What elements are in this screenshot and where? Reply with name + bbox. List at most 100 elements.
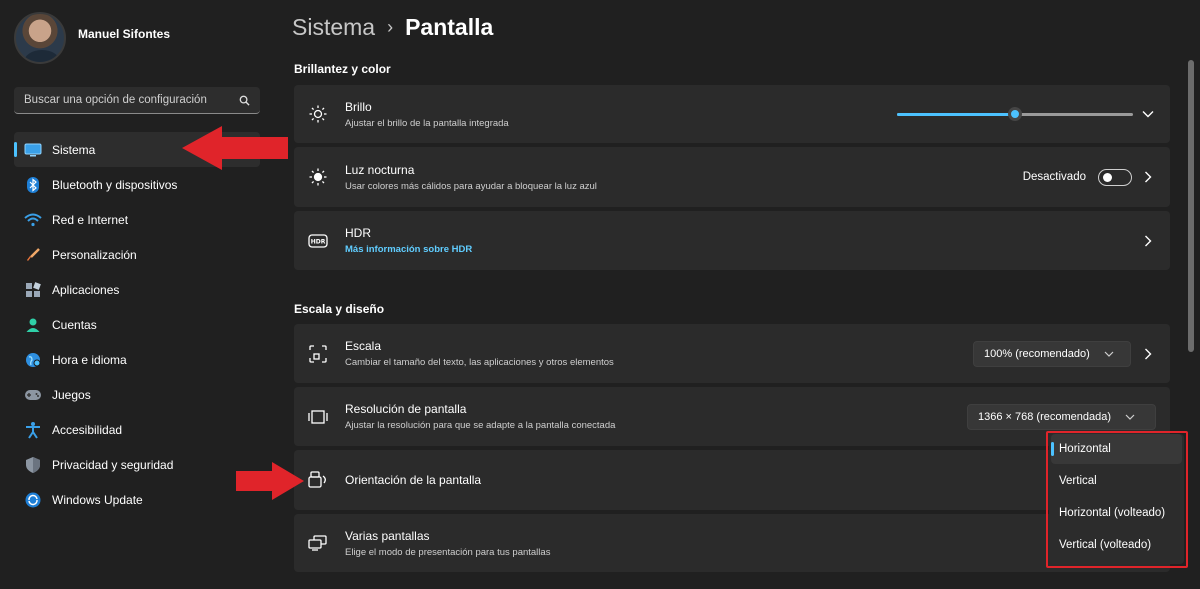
multiple-displays-card[interactable]: Varias pantallas Elige el modo de presen… xyxy=(294,514,1170,572)
sidebar-item-personalizacion[interactable]: Personalización xyxy=(14,237,260,272)
sidebar-item-privacidad[interactable]: Privacidad y seguridad xyxy=(14,447,260,482)
scale-card[interactable]: Escala Cambiar el tamaño del texto, las … xyxy=(294,324,1170,383)
night-light-icon xyxy=(308,167,328,187)
chevron-right-icon[interactable] xyxy=(1142,171,1154,183)
night-light-title: Luz nocturna xyxy=(345,162,415,177)
sidebar-item-red[interactable]: Red e Internet xyxy=(14,202,260,237)
resolution-card[interactable]: Resolución de pantalla Ajustar la resolu… xyxy=(294,387,1170,446)
night-light-subtitle: Usar colores más cálidos para ayudar a b… xyxy=(345,180,597,192)
breadcrumb: Sistema › Pantalla xyxy=(292,14,493,41)
sidebar-item-label: Hora e idioma xyxy=(52,352,127,367)
breadcrumb-separator: › xyxy=(387,17,394,37)
chevron-down-icon xyxy=(1104,351,1114,357)
orientation-option-vertical[interactable]: Vertical xyxy=(1051,466,1182,496)
brush-icon xyxy=(24,246,42,264)
multiple-displays-text: Varias pantallas Elige el modo de presen… xyxy=(345,529,550,558)
night-light-text: Luz nocturna Usar colores más cálidos pa… xyxy=(345,163,597,192)
breadcrumb-parent[interactable]: Sistema xyxy=(292,14,375,41)
sidebar-item-cuentas[interactable]: Cuentas xyxy=(14,307,260,342)
section-title-scale: Escala y diseño xyxy=(294,302,385,316)
scale-text: Escala Cambiar el tamaño del texto, las … xyxy=(345,339,614,368)
hdr-title: HDR xyxy=(345,226,371,240)
chevron-down-icon[interactable] xyxy=(1142,108,1154,120)
resolution-title: Resolución de pantalla xyxy=(345,402,467,416)
hdr-card[interactable]: HDR HDR Más información sobre HDR xyxy=(294,211,1170,270)
night-light-state: Desactivado xyxy=(1022,171,1086,183)
bluetooth-icon xyxy=(24,176,42,194)
slider-thumb[interactable] xyxy=(1008,107,1022,121)
toggle-knob xyxy=(1103,172,1112,182)
sidebar-item-label: Privacidad y seguridad xyxy=(52,457,174,472)
update-icon xyxy=(24,491,42,509)
sidebar-item-windows-update[interactable]: Windows Update xyxy=(14,482,260,517)
svg-text:HDR: HDR xyxy=(311,238,326,245)
avatar[interactable] xyxy=(14,12,66,64)
sidebar-item-label: Cuentas xyxy=(52,317,97,332)
shield-icon xyxy=(24,456,42,474)
user-name: Manuel Sifontes xyxy=(78,27,171,41)
hdr-text: HDR Más información sobre HDR xyxy=(345,226,472,255)
hdr-icon: HDR xyxy=(308,231,328,251)
multiple-displays-subtitle: Elige el modo de presentación para tus p… xyxy=(345,546,551,558)
section-title-brightness: Brillantez y color xyxy=(294,62,391,76)
sidebar-item-label: Red e Internet xyxy=(52,212,129,227)
annotation-arrow-left xyxy=(182,126,288,170)
resolution-dropdown[interactable]: 1366 × 768 (recomendada) xyxy=(967,403,1156,430)
chevron-right-icon[interactable] xyxy=(1142,348,1154,360)
multiple-displays-title: Varias pantallas xyxy=(345,528,430,543)
resolution-value: 1366 × 768 (recomendada) xyxy=(978,410,1112,423)
sidebar-item-label: Windows Update xyxy=(52,492,143,507)
globe-icon xyxy=(24,351,42,369)
user-profile[interactable]: Manuel Sifontes xyxy=(14,12,170,64)
brightness-card[interactable]: Brillo Ajustar el brillo de la pantalla … xyxy=(294,85,1170,143)
scale-value: 100% (recomendado) xyxy=(984,347,1090,360)
search-icon[interactable] xyxy=(239,95,250,106)
brightness-slider[interactable] xyxy=(897,85,1133,143)
chevron-right-icon[interactable] xyxy=(1142,235,1154,247)
sidebar-item-hora[interactable]: Hora e idioma xyxy=(14,342,260,377)
brightness-subtitle: Ajustar el brillo de la pantalla integra… xyxy=(345,117,509,129)
apps-icon xyxy=(24,281,42,299)
orientation-card[interactable]: Orientación de la pantalla xyxy=(294,450,1170,510)
sidebar-item-accesibilidad[interactable]: Accesibilidad xyxy=(14,412,260,447)
orientation-option-vertical-flipped[interactable]: Vertical (volteado) xyxy=(1051,530,1182,560)
sidebar-nav: Sistema Bluetooth y dispositivos Red e I… xyxy=(14,132,260,517)
scale-dropdown[interactable]: 100% (recomendado) xyxy=(973,340,1131,367)
scrollbar[interactable] xyxy=(1188,60,1194,352)
search-placeholder: Buscar una opción de configuración xyxy=(24,94,207,106)
orientation-text: Orientación de la pantalla xyxy=(345,473,481,487)
sidebar-item-label: Personalización xyxy=(52,247,137,262)
sidebar-item-label: Sistema xyxy=(52,142,96,157)
orientation-icon xyxy=(308,470,328,490)
person-icon xyxy=(24,316,42,334)
night-light-card[interactable]: Luz nocturna Usar colores más cálidos pa… xyxy=(294,147,1170,207)
resolution-icon xyxy=(308,407,328,427)
hdr-info-link[interactable]: Más información sobre HDR xyxy=(345,244,472,255)
orientation-option-horizontal-flipped[interactable]: Horizontal (volteado) xyxy=(1051,498,1182,528)
resolution-subtitle: Ajustar la resolución para que se adapte… xyxy=(345,420,616,431)
multiple-displays-icon xyxy=(308,533,328,553)
gamepad-icon xyxy=(24,386,42,404)
sidebar-item-juegos[interactable]: Juegos xyxy=(14,377,260,412)
night-light-toggle[interactable] xyxy=(1098,168,1132,186)
monitor-icon xyxy=(24,141,42,159)
slider-fill xyxy=(897,113,1015,116)
scale-icon xyxy=(308,344,328,364)
orientation-menu: Horizontal Vertical Horizontal (volteado… xyxy=(1049,434,1184,564)
resolution-text: Resolución de pantalla Ajustar la resolu… xyxy=(345,402,615,431)
sidebar: Manuel Sifontes Buscar una opción de con… xyxy=(0,0,270,589)
accessibility-icon xyxy=(24,421,42,439)
brightness-title: Brillo xyxy=(345,99,372,114)
orientation-option-horizontal[interactable]: Horizontal xyxy=(1051,434,1182,464)
wifi-icon xyxy=(24,211,42,229)
brightness-text: Brillo Ajustar el brillo de la pantalla … xyxy=(345,100,509,129)
sidebar-item-label: Bluetooth y dispositivos xyxy=(52,177,178,192)
page-title: Pantalla xyxy=(405,14,494,40)
sidebar-item-bluetooth[interactable]: Bluetooth y dispositivos xyxy=(14,167,260,202)
sidebar-item-label: Aplicaciones xyxy=(52,282,120,297)
scale-title: Escala xyxy=(345,339,382,353)
sidebar-item-label: Accesibilidad xyxy=(52,422,123,437)
search-input[interactable]: Buscar una opción de configuración xyxy=(14,87,260,114)
orientation-title: Orientación de la pantalla xyxy=(345,473,482,487)
sidebar-item-aplicaciones[interactable]: Aplicaciones xyxy=(14,272,260,307)
